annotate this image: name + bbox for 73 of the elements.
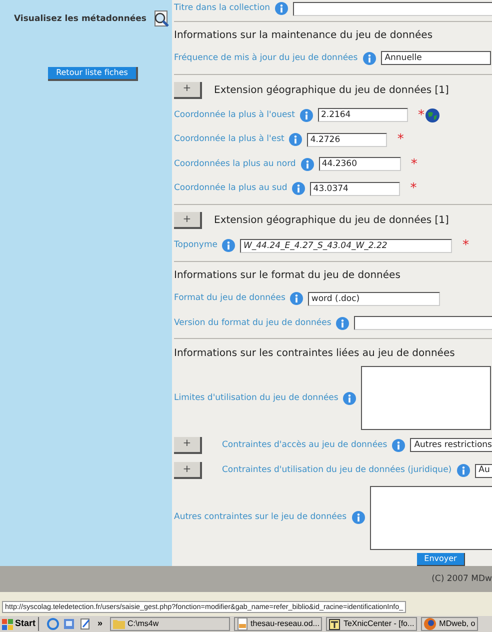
group-heading: Extension géographique du jeu de données [1] [214,214,449,228]
text-field[interactable]: 4.2726 [307,132,388,147]
task-button[interactable]: C:\ms4w [110,617,230,631]
add-button[interactable]: + [174,462,202,480]
info-icon[interactable] [222,239,236,252]
info-icon[interactable] [352,511,365,524]
start-button[interactable]: Start [0,617,39,631]
info-icon[interactable] [392,438,406,452]
dropdown-field[interactable]: Autres restrictions [410,438,492,452]
field-label: Contraintes d'accès au jeu de données [222,438,388,452]
letter-icon [329,618,340,630]
add-button[interactable]: + [174,82,202,99]
section-heading: Informations sur les contraintes liées au jeu de données [174,346,455,361]
section-heading: Informations sur le format du jeu de données [174,269,400,284]
group-heading: Extension géographique du jeu de données [1] [214,84,449,98]
required-mark: * [418,108,424,122]
text-area[interactable] [370,486,492,550]
field-label: Autres contraintes sur le jeu de données [174,511,347,524]
dropdown-field[interactable]: Au [474,464,492,478]
field-label: Format du jeu de données [174,292,286,306]
task-button[interactable]: MDweb, o [421,617,478,631]
back-button[interactable]: Retour liste fiches [48,67,138,81]
document-icon [236,618,248,630]
field-label: Fréquence de mis à jour du jeu de données [174,52,358,65]
info-icon[interactable] [362,52,376,65]
section-heading: Informations sur la maintenance du jeu de données [174,28,433,43]
text-field[interactable]: word (.doc) [308,292,440,306]
info-icon[interactable] [289,133,302,146]
info-icon[interactable] [290,292,304,306]
field-label: Toponyme [174,239,218,252]
globe-icon[interactable] [425,108,440,123]
text-field[interactable]: 44.2360 [318,157,401,172]
text-field[interactable] [293,2,492,16]
field-label: Coordonnées la plus au nord [174,158,296,171]
field-label: Titre dans la collection [174,2,270,16]
add-button[interactable]: + [174,436,202,454]
field-label: Limites d'utilisation du jeu de données [174,392,338,405]
dropdown-field[interactable]: Annuelle [380,51,491,66]
task-button[interactable]: thesau-reseau.od... [234,617,322,631]
field-label: Version du format du jeu de données [174,316,332,330]
copyright-text: (C) 2007 MDw [432,572,492,586]
info-icon[interactable] [300,158,314,171]
field-label: Coordonnée la plus au sud [174,182,288,196]
sidebar-title: Visualisez les métadonnées [14,12,146,26]
text-area[interactable] [361,366,492,430]
add-button[interactable]: + [174,212,202,230]
magnifier-document-icon[interactable] [152,10,170,28]
browser-icon [424,618,436,630]
desktop-icon[interactable] [62,618,75,630]
info-icon[interactable] [456,464,470,478]
field-label: Coordonnée la plus à l'ouest [174,108,295,122]
windows-logo-icon [2,618,13,630]
text-field[interactable]: 43.0374 [310,182,400,196]
field-label: Coordonnée la plus à l'est [174,133,284,146]
text-field[interactable]: 2.2164 [318,108,408,122]
notepad-icon[interactable] [78,618,91,630]
info-icon[interactable] [292,182,306,196]
required-mark: * [410,158,418,171]
info-icon[interactable] [275,2,288,16]
text-field[interactable] [354,316,492,330]
field-label: Contraintes d'utilisation du jeu de données (juridique) [222,464,452,478]
browser-icon[interactable] [46,618,59,630]
required-mark: * [397,133,404,146]
required-mark: * [462,239,469,252]
info-icon[interactable] [336,316,350,330]
folder-icon [112,619,125,629]
submit-button[interactable]: Envoyer [417,553,465,566]
text-field[interactable]: W_44.24_E_4.27_S_43.04_W_2.22 [240,238,452,253]
task-button[interactable]: TeXnicCenter - [fo... [326,617,418,631]
info-icon[interactable] [343,392,356,405]
more-button[interactable]: » [98,617,103,631]
required-mark: * [410,182,417,196]
info-icon[interactable] [300,108,313,122]
